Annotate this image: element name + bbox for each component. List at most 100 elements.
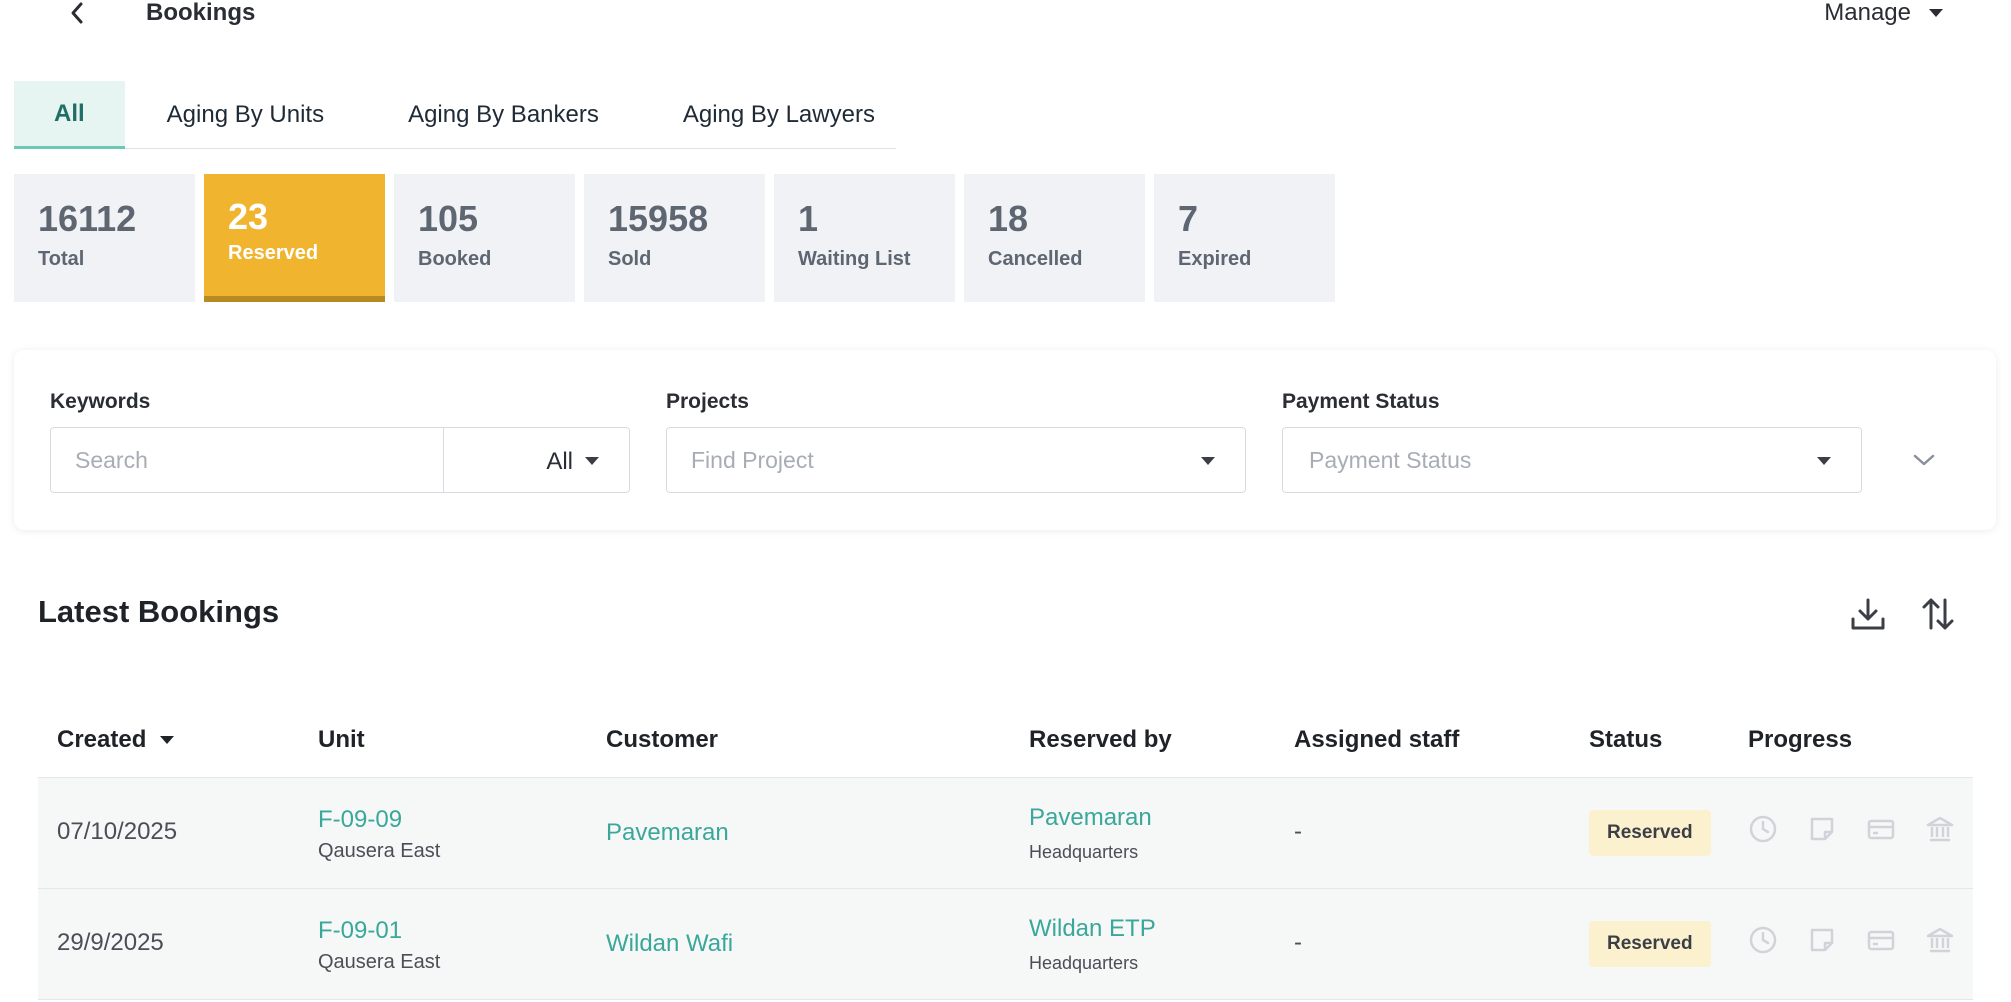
stat-value: 1	[798, 198, 819, 239]
caret-down-icon	[1817, 457, 1831, 465]
progress-clock-icon	[1748, 925, 1778, 955]
column-reserved-by: Reserved by	[1029, 726, 1172, 753]
note-icon	[1810, 817, 1834, 841]
status-badge: Reserved	[1589, 810, 1711, 856]
stat-label: Cancelled	[988, 248, 1083, 270]
column-assigned-staff: Assigned staff	[1294, 726, 1460, 753]
divider	[443, 428, 444, 492]
stat-label: Booked	[418, 248, 492, 270]
tab-aging-by-units[interactable]: Aging By Units	[125, 81, 366, 149]
clock-icon	[1749, 926, 1777, 954]
column-label: Created	[57, 726, 147, 753]
stat-card-waiting-list[interactable]: 1 Waiting List	[774, 174, 955, 302]
keyword-scope-select[interactable]: All	[546, 448, 573, 476]
status-summary: 16112 Total 23 Reserved 105 Booked 15958…	[14, 174, 1335, 302]
stat-card-expired[interactable]: 7 Expired	[1154, 174, 1335, 302]
unit-link[interactable]: F-09-09	[318, 806, 402, 834]
assigned-staff: -	[1294, 929, 1302, 956]
progress-clock-icon	[1748, 814, 1778, 844]
created-date: 29/9/2025	[57, 929, 164, 956]
progress-bank-icon	[1925, 814, 1955, 844]
unit-link[interactable]: F-09-01	[318, 917, 402, 945]
bank-icon	[1926, 927, 1954, 953]
column-progress: Progress	[1748, 726, 1853, 753]
sort-button[interactable]	[1916, 592, 1960, 636]
chevron-down-icon	[1913, 454, 1935, 466]
stat-label: Sold	[608, 248, 652, 270]
column-unit: Unit	[318, 726, 365, 753]
customer-link[interactable]: Wildan Wafi	[606, 930, 733, 958]
stat-value: 18	[988, 198, 1029, 239]
column-customer: Customer	[606, 726, 719, 753]
column-created[interactable]: Created	[57, 726, 175, 754]
payment-status-select[interactable]: Payment Status	[1282, 427, 1862, 493]
search-input[interactable]: Search	[51, 428, 443, 492]
column-status: Status	[1589, 726, 1663, 753]
unit-project: Qausera East	[318, 951, 441, 973]
stat-value: 105	[418, 198, 479, 239]
clock-icon	[1749, 815, 1777, 843]
stat-value: 15958	[608, 198, 709, 239]
keywords-label: Keywords	[50, 390, 151, 413]
payment-status-placeholder: Payment Status	[1309, 446, 1472, 473]
progress-note-icon	[1807, 925, 1837, 955]
progress-bank-icon	[1925, 925, 1955, 955]
caret-down-icon	[1201, 457, 1215, 465]
caret-down-icon	[1929, 9, 1943, 17]
project-select[interactable]: Find Project	[666, 427, 1246, 493]
manage-dropdown[interactable]: Manage	[1824, 0, 1943, 26]
stat-card-total[interactable]: 16112 Total	[14, 174, 195, 302]
reserved-by-link[interactable]: Pavemaran	[1029, 804, 1152, 832]
note-icon	[1810, 928, 1834, 952]
reserved-by-link[interactable]: Wildan ETP	[1029, 915, 1156, 943]
table-header: Created Unit Customer Reserved by Assign…	[38, 710, 1973, 778]
customer-link[interactable]: Pavemaran	[606, 819, 729, 847]
card-icon	[1867, 930, 1895, 951]
download-icon	[1851, 598, 1885, 630]
created-date: 07/10/2025	[57, 818, 178, 845]
stat-label: Reserved	[228, 242, 319, 264]
stat-label: Expired	[1178, 248, 1252, 270]
download-button[interactable]	[1846, 592, 1890, 636]
section-title: Latest Bookings	[38, 594, 280, 629]
stat-value: 23	[228, 196, 269, 237]
bookings-table: Created Unit Customer Reserved by Assign…	[38, 710, 1973, 1000]
chevron-left-icon	[71, 2, 83, 24]
filter-panel: Keywords Search All Projects Find Projec…	[14, 350, 1996, 530]
bank-icon	[1926, 816, 1954, 842]
stat-value: 7	[1178, 198, 1199, 239]
sort-icon	[1922, 598, 1954, 630]
stat-label: Waiting List	[798, 248, 911, 270]
stat-card-sold[interactable]: 15958 Sold	[584, 174, 765, 302]
tab-aging-by-lawyers[interactable]: Aging By Lawyers	[641, 81, 917, 149]
tab-bar: All Aging By Units Aging By Bankers Agin…	[14, 81, 896, 149]
tab-all[interactable]: All	[14, 81, 125, 149]
progress-card-icon	[1866, 925, 1896, 955]
stat-card-cancelled[interactable]: 18 Cancelled	[964, 174, 1145, 302]
tab-aging-by-bankers[interactable]: Aging By Bankers	[366, 81, 641, 149]
unit-project: Qausera East	[318, 840, 441, 862]
expand-filters-button[interactable]	[1911, 450, 1937, 470]
reserved-by-org: Headquarters	[1029, 842, 1139, 862]
table-row[interactable]: 29/9/2025 F-09-01 Qausera East Wildan Wa…	[38, 889, 1973, 1000]
stat-card-reserved[interactable]: 23 Reserved	[204, 174, 385, 302]
stat-label: Total	[38, 248, 85, 270]
stat-value: 16112	[38, 198, 137, 239]
assigned-staff: -	[1294, 818, 1302, 845]
stat-card-booked[interactable]: 105 Booked	[394, 174, 575, 302]
reserved-by-org: Headquarters	[1029, 953, 1139, 973]
progress-note-icon	[1807, 814, 1837, 844]
progress-card-icon	[1866, 814, 1896, 844]
caret-down-icon	[585, 457, 599, 465]
card-icon	[1867, 819, 1895, 840]
projects-label: Projects	[666, 390, 749, 413]
page-title: Bookings	[146, 0, 256, 26]
keyword-search-group: Search All	[50, 427, 630, 493]
sort-down-icon	[160, 736, 175, 744]
status-badge: Reserved	[1589, 921, 1711, 967]
back-button[interactable]	[62, 0, 92, 26]
manage-label: Manage	[1824, 0, 1911, 26]
table-row[interactable]: 07/10/2025 F-09-09 Qausera East Pavemara…	[38, 778, 1973, 889]
payment-status-label: Payment Status	[1282, 390, 1440, 413]
project-placeholder: Find Project	[691, 446, 814, 473]
